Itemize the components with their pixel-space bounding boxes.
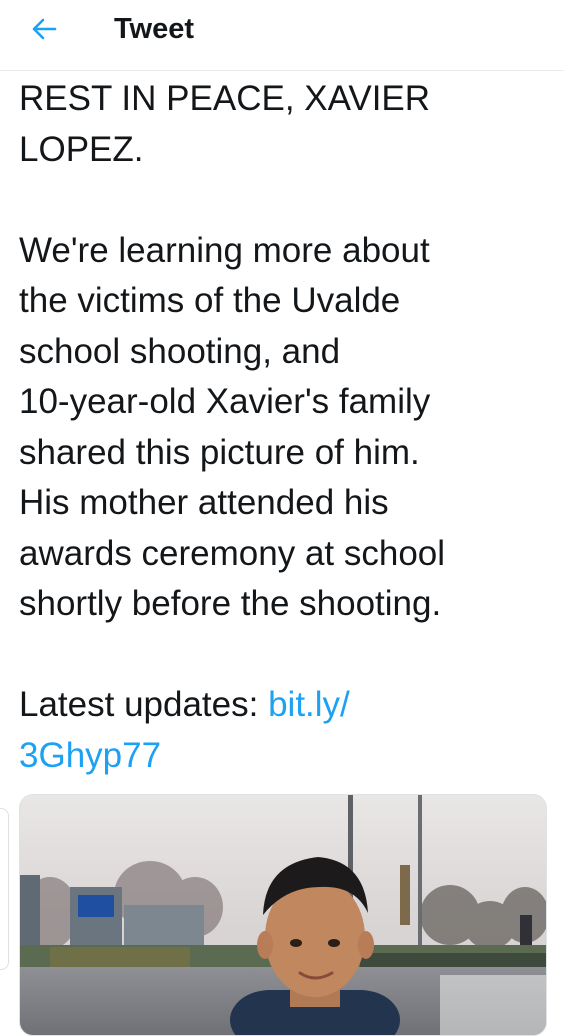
top-bar: Tweet [0, 0, 564, 71]
tweet-paragraph: We're learning more about the victims of… [19, 230, 446, 624]
tweet-headline: REST IN PEACE, XAVIER LOPEZ. [19, 79, 431, 169]
tweet-updates: Latest updates: bit.ly/3Ghyp77 [19, 680, 549, 781]
photo-image [20, 795, 546, 1035]
tweet-photo[interactable] [19, 794, 547, 1036]
arrow-left-icon [32, 18, 57, 40]
updates-label: Latest updates: [19, 685, 269, 724]
page-title: Tweet [114, 13, 195, 45]
side-panel-edge[interactable] [0, 808, 9, 970]
back-button[interactable] [22, 10, 66, 48]
tweet-text: REST IN PEACE, XAVIER LOPEZ. We're learn… [19, 74, 549, 781]
